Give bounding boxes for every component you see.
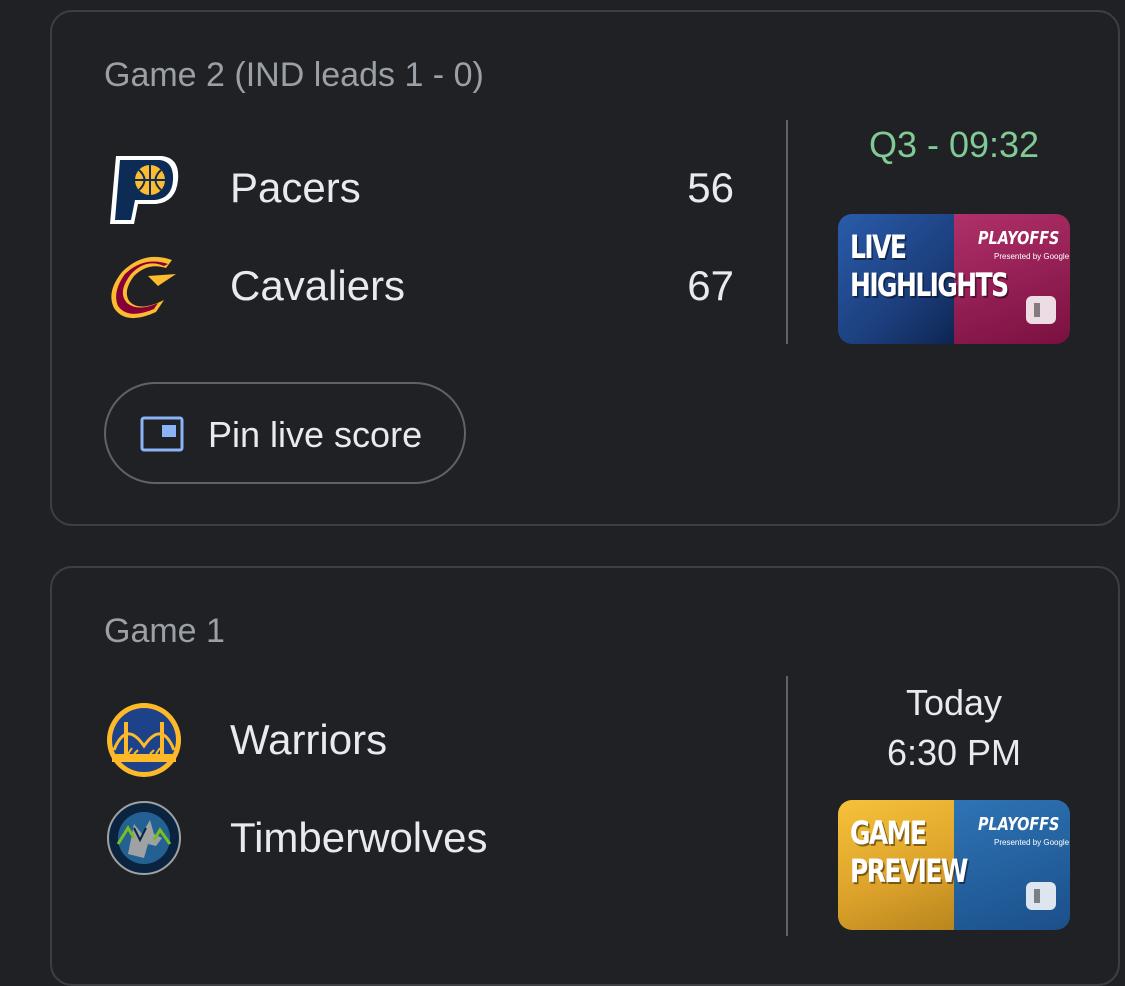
team-name: Warriors [230,716,388,763]
game-date: Today [905,682,1003,723]
video-icon [1026,882,1056,910]
divider [786,676,788,936]
team-name: Cavaliers [230,262,406,309]
game-status: Q3 - 09:32 [868,124,1040,165]
game-schedule: Today 6:30 PM [838,678,1070,778]
team-score: 67 [687,262,734,309]
game-title: Game 1 [104,612,225,650]
cavaliers-logo-icon [104,246,184,326]
divider [786,120,788,344]
warriors-logo-icon [104,700,184,780]
playoffs-badge-sub: Presented by Google [994,838,1070,847]
pin-button-label: Pin live score [208,414,423,455]
team-row-warriors[interactable]: Warriors [104,700,734,780]
game-card-pacers-cavaliers[interactable]: Game 2 (IND leads 1 - 0) Pacers 56 Caval… [50,10,1120,526]
game-title: Game 2 (IND leads 1 - 0) [104,56,484,94]
team-row-timberwolves[interactable]: Timberwolves [104,798,734,878]
thumbnail-title: GAME PREVIEW [850,814,968,890]
game-card-warriors-timberwolves[interactable]: Game 1 Warriors Timberwolves Today 6:30 … [50,566,1120,986]
team-row-cavaliers[interactable]: Cavaliers 67 [104,246,734,326]
timberwolves-logo-icon [104,798,184,878]
playoffs-badge-sub: Presented by Google [994,252,1070,261]
playoffs-badge: PLAYOFFS [978,814,1060,835]
game-preview-video-thumbnail[interactable]: GAME PREVIEW PLAYOFFS Presented by Googl… [838,800,1070,930]
team-name: Timberwolves [230,814,488,861]
team-score: 56 [687,164,734,211]
live-highlights-video-thumbnail[interactable]: LIVE HIGHLIGHTS PLAYOFFS Presented by Go… [838,214,1070,344]
game-time: 6:30 PM [886,732,1022,773]
playoffs-badge: PLAYOFFS [978,228,1060,249]
pacers-logo-icon [104,148,184,228]
team-row-pacers[interactable]: Pacers 56 [104,148,734,228]
team-name: Pacers [230,164,361,211]
picture-in-picture-icon [140,416,184,452]
pin-live-score-button[interactable]: Pin live score [104,382,466,484]
video-icon [1026,296,1056,324]
